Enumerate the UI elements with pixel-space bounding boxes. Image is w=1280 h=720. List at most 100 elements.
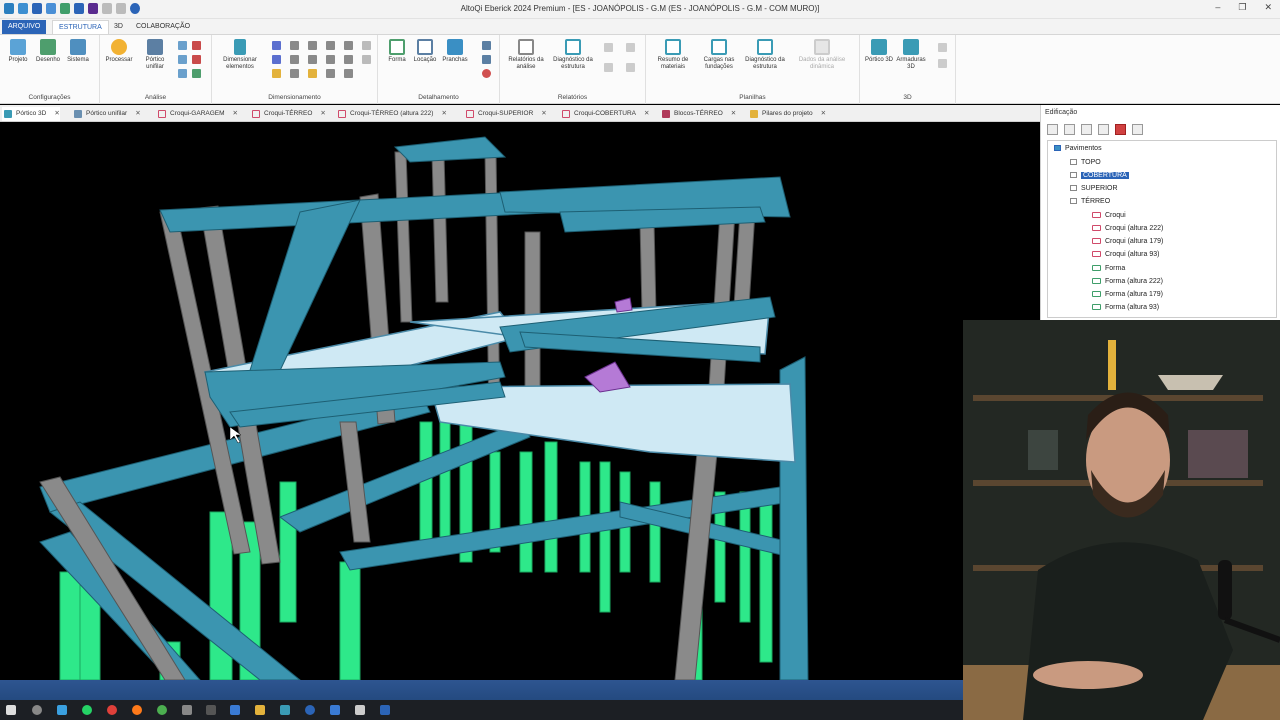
- close-tab-icon[interactable]: ✕: [821, 110, 826, 117]
- report-tool-icon[interactable]: [604, 43, 613, 52]
- portico-unifilar-button[interactable]: Pórtico unifilar: [140, 39, 170, 71]
- slab-tool-icon[interactable]: [326, 55, 335, 64]
- 3d-viewport[interactable]: [0, 122, 1040, 681]
- close-button[interactable]: ✕: [1264, 2, 1272, 13]
- report-tool-icon[interactable]: [604, 63, 613, 72]
- tree-leaf-croqui-179[interactable]: Croqui (altura 179): [1092, 238, 1163, 245]
- beam-tool-icon[interactable]: [272, 41, 281, 50]
- close-tab-icon[interactable]: ✕: [541, 110, 546, 117]
- tree-floor-superior[interactable]: SUPERIOR: [1070, 185, 1118, 192]
- tab-colaboracao[interactable]: COLABORAÇÃO: [130, 20, 196, 34]
- portico-3d-button[interactable]: Pórtico 3D: [864, 39, 894, 64]
- doc-tab-pilares-projeto[interactable]: Pilares do projeto ✕: [748, 107, 826, 121]
- tab-estrutura[interactable]: ESTRUTURA: [52, 20, 109, 34]
- 3d-tool-icon[interactable]: [938, 59, 947, 68]
- analysis-tool-icon[interactable]: [178, 41, 187, 50]
- slab-tool-icon[interactable]: [308, 55, 317, 64]
- doc-tab-croqui-terreo[interactable]: Croqui-TÉRREO ✕: [250, 107, 326, 121]
- insert-floor-icon[interactable]: [1064, 124, 1075, 135]
- eberick-icon[interactable]: [280, 705, 290, 715]
- beam-tool-icon[interactable]: [290, 41, 299, 50]
- report-tool-icon[interactable]: [626, 63, 635, 72]
- app-icon[interactable]: [182, 705, 192, 715]
- footing-tool-icon[interactable]: [308, 69, 317, 78]
- cargas-fundacoes-button[interactable]: Cargas nas fundações: [696, 39, 742, 71]
- edit-floor-icon[interactable]: [1081, 124, 1092, 135]
- forma-button[interactable]: Forma: [382, 39, 412, 64]
- minimize-button[interactable]: –: [1215, 2, 1220, 13]
- tab-3d[interactable]: 3D: [108, 20, 129, 34]
- close-tab-icon[interactable]: ✕: [644, 110, 649, 117]
- collapse-icon[interactable]: [1070, 198, 1077, 205]
- telegram-icon[interactable]: [57, 705, 67, 715]
- footing-tool-icon[interactable]: [290, 69, 299, 78]
- app-icon[interactable]: [206, 705, 216, 715]
- slab-tool-icon[interactable]: [344, 55, 353, 64]
- tree-floor-cobertura[interactable]: COBERTURA: [1070, 172, 1129, 179]
- analysis-tool-icon[interactable]: [192, 69, 201, 78]
- expand-icon[interactable]: [1070, 185, 1077, 192]
- resumo-materiais-button[interactable]: Resumo de materiais: [650, 39, 696, 71]
- detail-tool-icon[interactable]: [362, 55, 371, 64]
- tree-leaf-forma-179[interactable]: Forma (altura 179): [1092, 291, 1163, 298]
- 3d-tool-icon[interactable]: [938, 43, 947, 52]
- close-tab-icon[interactable]: ✕: [441, 110, 446, 117]
- edge-icon[interactable]: [305, 705, 315, 715]
- armaduras-3d-button[interactable]: Armaduras 3D: [896, 39, 926, 71]
- close-tab-icon[interactable]: ✕: [320, 110, 325, 117]
- expand-icon[interactable]: [1070, 172, 1077, 179]
- analysis-tool-icon[interactable]: [192, 41, 201, 50]
- detail-tool-icon[interactable]: [362, 41, 371, 50]
- diagnostico-estrutura-button[interactable]: Diagnóstico da estrutura: [550, 39, 596, 71]
- tree-leaf-forma[interactable]: Forma: [1092, 265, 1125, 272]
- app-icon[interactable]: [230, 705, 240, 715]
- doc-tab-croqui-terreo-222[interactable]: Croqui-TÉRREO (altura 222) ✕: [336, 107, 447, 121]
- firefox-icon[interactable]: [132, 705, 142, 715]
- app-icon[interactable]: [330, 705, 340, 715]
- word-icon[interactable]: [380, 705, 390, 715]
- opera-icon[interactable]: [107, 705, 117, 715]
- analysis-tool-icon[interactable]: [178, 69, 187, 78]
- structure-3d-model[interactable]: [0, 122, 1040, 681]
- tree-leaf-croqui-222[interactable]: Croqui (altura 222): [1092, 225, 1163, 232]
- beam-tool-icon[interactable]: [344, 41, 353, 50]
- doc-tab-portico-unifilar[interactable]: Pórtico unifilar ✕: [72, 107, 141, 121]
- doc-tab-portico-3d[interactable]: Pórtico 3D ✕: [2, 107, 60, 121]
- close-tab-icon[interactable]: ✕: [54, 110, 59, 117]
- slab-tool-icon[interactable]: [272, 55, 281, 64]
- tree-floor-terreo[interactable]: TÉRREO: [1070, 198, 1110, 205]
- grid-tool-icon[interactable]: [482, 41, 491, 50]
- footing-tool-icon[interactable]: [344, 69, 353, 78]
- add-floor-icon[interactable]: [1047, 124, 1058, 135]
- tree-leaf-forma-93[interactable]: Forma (altura 93): [1092, 304, 1159, 311]
- close-tab-icon[interactable]: ✕: [233, 110, 238, 117]
- refresh-icon[interactable]: [482, 69, 491, 78]
- doc-tab-croqui-cobertura[interactable]: Croqui-COBERTURA ✕: [560, 107, 649, 121]
- footing-tool-icon[interactable]: [272, 69, 281, 78]
- analysis-tool-icon[interactable]: [192, 55, 201, 64]
- close-tab-icon[interactable]: ✕: [135, 110, 140, 117]
- doc-tab-blocos-terreo[interactable]: Blocos-TÉRREO ✕: [660, 107, 736, 121]
- properties-icon[interactable]: [1098, 124, 1109, 135]
- locacao-button[interactable]: Locação: [410, 39, 440, 64]
- whatsapp-icon[interactable]: [82, 705, 92, 715]
- relatorios-analise-button[interactable]: Relatórios da análise: [504, 39, 548, 71]
- diagnostico-planilha-button[interactable]: Diagnóstico da estrutura: [742, 39, 788, 71]
- beam-tool-icon[interactable]: [326, 41, 335, 50]
- tree-floor-topo[interactable]: TOPO: [1070, 159, 1101, 166]
- slab-tool-icon[interactable]: [290, 55, 299, 64]
- tree-leaf-croqui-93[interactable]: Croqui (altura 93): [1092, 251, 1159, 258]
- file-explorer-icon[interactable]: [255, 705, 265, 715]
- close-tab-icon[interactable]: ✕: [731, 110, 736, 117]
- doc-tab-croqui-garagem[interactable]: Croqui-GARAGEM ✕: [156, 107, 238, 121]
- grid-tool-icon[interactable]: [482, 55, 491, 64]
- maximize-button[interactable]: ❐: [1238, 2, 1246, 13]
- chrome-icon[interactable]: [157, 705, 167, 715]
- doc-tab-croqui-superior[interactable]: Croqui-SUPERIOR ✕: [464, 107, 547, 121]
- app-icon[interactable]: [355, 705, 365, 715]
- tab-arquivo[interactable]: ARQUIVO: [2, 20, 47, 34]
- expand-icon[interactable]: [1070, 159, 1077, 166]
- tree-leaf-croqui[interactable]: Croqui: [1092, 212, 1126, 219]
- desenho-button[interactable]: Desenho: [33, 39, 63, 64]
- sistema-button[interactable]: Sistema: [63, 39, 93, 64]
